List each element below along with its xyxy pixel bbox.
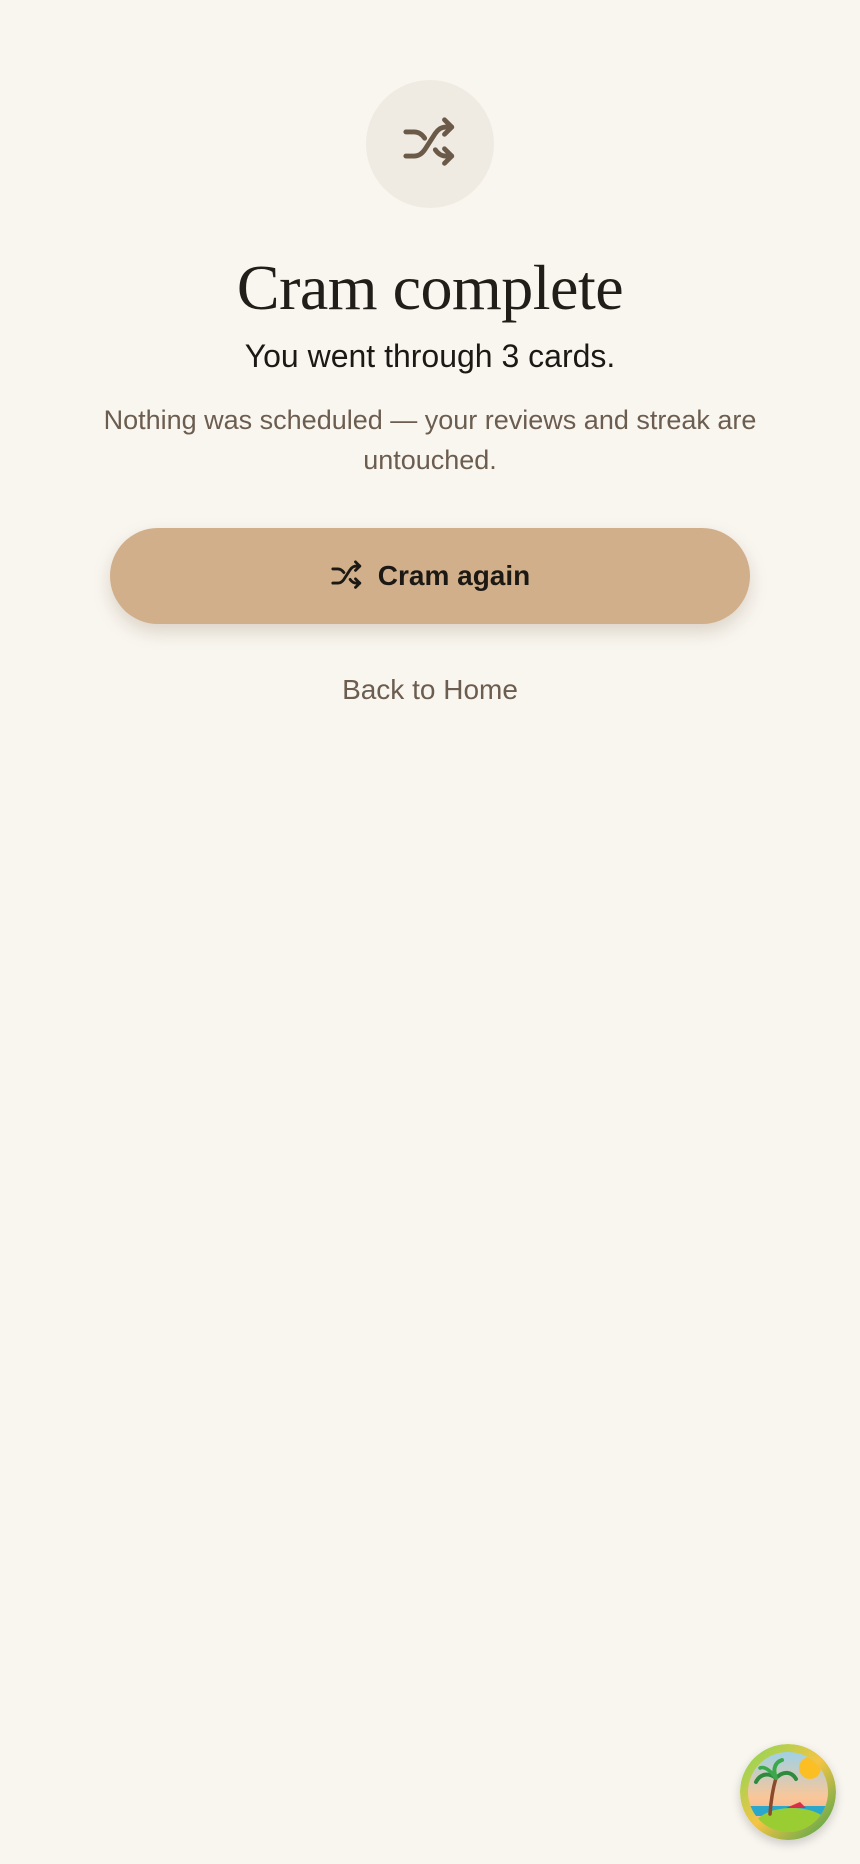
- shuffle-icon: [403, 117, 455, 166]
- cards-count-text: You went through 3 cards.: [244, 338, 616, 374]
- cram-again-label: Cram again: [377, 560, 531, 591]
- shuffle-icon-circle: [366, 80, 494, 208]
- page-title: Cram complete: [236, 252, 624, 323]
- shuffle-icon: [331, 560, 361, 589]
- back-to-home-link[interactable]: Back to Home: [0, 670, 860, 710]
- schedule-note: Nothing was scheduled — your reviews and…: [103, 405, 757, 475]
- beach-avatar-icon[interactable]: [740, 1744, 836, 1840]
- cram-complete-screen: Cram complete You went through 3 cards. …: [0, 0, 860, 1864]
- cram-again-button[interactable]: Cram again: [110, 528, 750, 624]
